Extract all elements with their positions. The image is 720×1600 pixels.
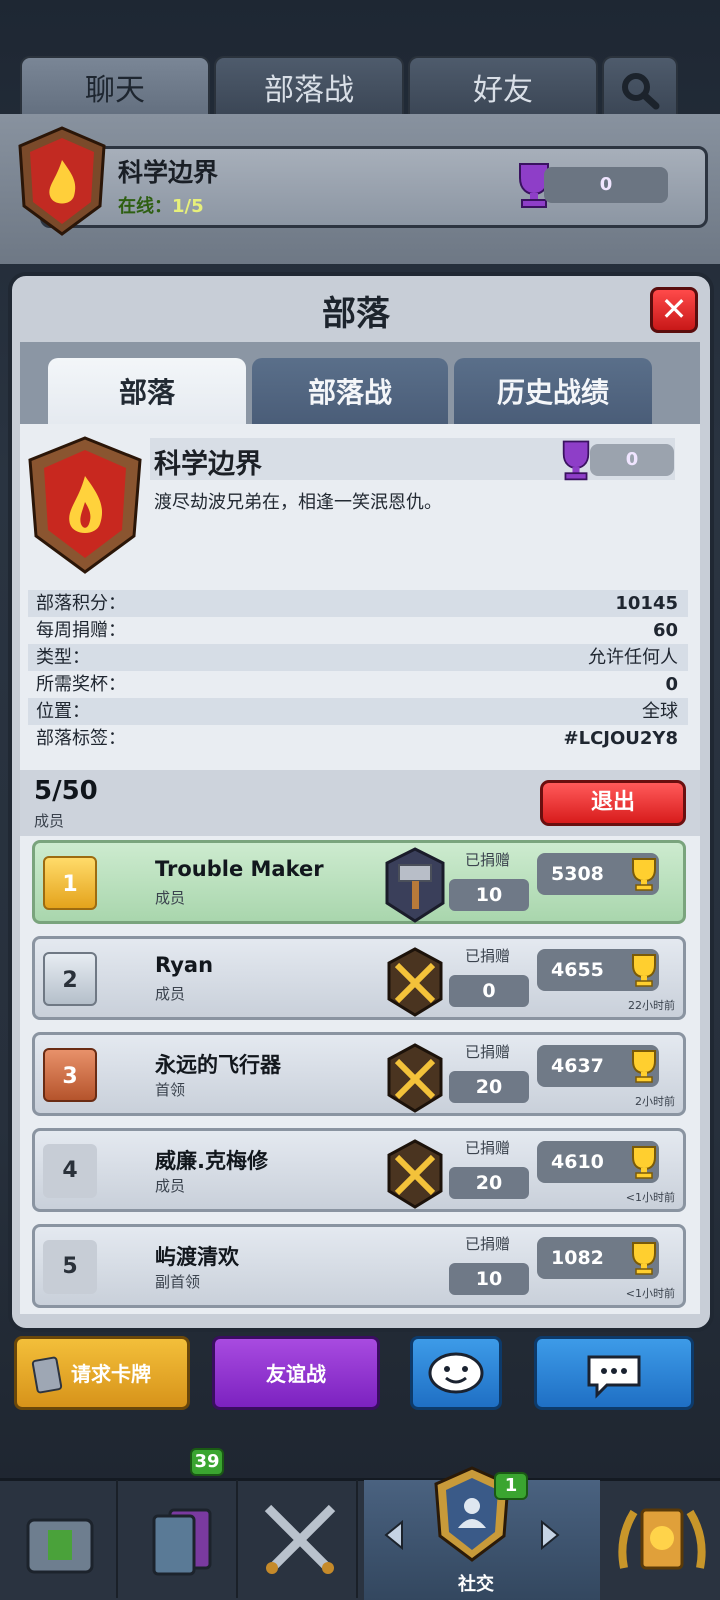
laurel-card-icon	[618, 1508, 706, 1570]
stat-row-type: 类型： 允许任何人	[28, 644, 688, 671]
league-swords-icon	[387, 947, 443, 1017]
emote-icon	[428, 1352, 484, 1394]
nav-events[interactable]	[602, 1480, 720, 1598]
member-row[interactable]: 3 永远的飞行器 首领 已捐赠 20 4637 2小时前	[32, 1032, 686, 1116]
tab-clan[interactable]: 部落	[48, 358, 246, 424]
donated-label: 已捐赠	[465, 1235, 511, 1253]
stat-row-tag: 部落标签： #LCJOU2Y8	[36, 728, 678, 749]
close-button[interactable]: ✕	[650, 287, 698, 333]
clan-badge-icon	[18, 126, 106, 236]
crossed-swords-icon	[264, 1504, 336, 1574]
stat-row-score: 部落积分： 10145	[28, 590, 688, 617]
member-name: 威廉.克梅修	[155, 1149, 268, 1173]
rank-badge: 1	[43, 856, 97, 910]
chat-bubble-icon	[587, 1355, 641, 1399]
member-row[interactable]: 2 Ryan 成员 已捐赠 0 4655 22小时前	[32, 936, 686, 1020]
chat-online-status: 在线：1/5	[118, 196, 204, 217]
member-row[interactable]: 1 Trouble Maker 成员 已捐赠 10 5308	[32, 840, 686, 924]
nav-shop[interactable]	[0, 1480, 118, 1598]
nav-cards[interactable]	[120, 1480, 238, 1598]
rank-badge: 4	[43, 1144, 97, 1198]
trophy-icon	[632, 954, 656, 987]
donated-label: 已捐赠	[465, 1043, 511, 1061]
trophy-icon	[632, 1050, 656, 1083]
cards-notification-badge: 39	[190, 1448, 224, 1476]
emote-button[interactable]	[410, 1336, 502, 1410]
member-name: Trouble Maker	[155, 857, 324, 881]
member-name: Ryan	[155, 953, 214, 977]
stat-row-location: 位置： 全球	[28, 698, 688, 725]
tab-clan-war[interactable]: 部落战	[214, 56, 404, 116]
trophy-icon	[632, 1146, 656, 1179]
stat-row-weekly-donations: 每周捐赠： 60	[36, 620, 678, 641]
card-deck-icon	[152, 1508, 212, 1576]
clan-description: 渡尽劫波兄弟在，相逢一笑泯恩仇。	[154, 492, 442, 513]
clan-badge-large-icon	[28, 436, 142, 574]
last-seen: 22小时前	[628, 999, 675, 1012]
donated-value: 20	[449, 1071, 529, 1103]
member-row[interactable]: 5 屿渡清欢 副首领 已捐赠 10 1082 <1小时前	[32, 1224, 686, 1308]
member-label: 成员	[34, 812, 65, 830]
search-icon	[622, 73, 660, 110]
request-cards-button[interactable]: 请求卡牌	[14, 1336, 190, 1410]
donated-value: 10	[449, 879, 529, 911]
league-hammer-icon	[385, 847, 445, 923]
stat-row-required-trophies: 所需奖杯： 0	[36, 674, 678, 695]
donated-label: 已捐赠	[465, 851, 511, 869]
member-row[interactable]: 4 威廉.克梅修 成员 已捐赠 20 4610 <1小时前	[32, 1128, 686, 1212]
member-role: 副首领	[155, 1273, 201, 1291]
member-count: 5/50	[34, 776, 98, 806]
modal-title: 部落	[322, 294, 390, 334]
chat-war-trophies: 0	[544, 167, 668, 203]
chat-button[interactable]	[534, 1336, 694, 1410]
member-role: 成员	[155, 1177, 186, 1195]
tab-history[interactable]: 历史战绩	[454, 358, 652, 424]
league-swords-icon	[387, 1139, 443, 1209]
last-seen: <1小时前	[625, 1287, 675, 1300]
trophy-icon	[632, 1242, 656, 1275]
member-role: 成员	[155, 985, 186, 1003]
clan-name: 科学边界	[154, 449, 262, 480]
member-role: 成员	[155, 889, 186, 907]
donated-value: 0	[449, 975, 529, 1007]
trophy-icon	[632, 858, 656, 891]
friendly-battle-button[interactable]: 友谊战	[212, 1336, 380, 1410]
last-seen: 2小时前	[635, 1095, 675, 1108]
member-role: 首领	[155, 1081, 186, 1099]
member-name: 屿渡清欢	[155, 1245, 239, 1269]
rank-badge: 2	[43, 952, 97, 1006]
rank-badge: 3	[43, 1048, 97, 1102]
donated-value: 20	[449, 1167, 529, 1199]
clan-war-trophies: 0	[590, 444, 674, 476]
arrow-left-icon[interactable]	[382, 1520, 406, 1550]
search-button[interactable]	[602, 56, 678, 116]
chat-clan-name: 科学边界	[118, 158, 219, 187]
rank-badge: 5	[43, 1240, 97, 1294]
last-seen: <1小时前	[625, 1191, 675, 1204]
nav-battle[interactable]	[240, 1480, 358, 1598]
leave-clan-button[interactable]: 退出	[540, 780, 686, 826]
cards-icon	[31, 1356, 63, 1394]
tab-friends[interactable]: 好友	[408, 56, 598, 116]
chest-icon	[26, 1518, 94, 1574]
social-label: 社交	[458, 1574, 494, 1595]
social-notification-badge: 1	[494, 1472, 528, 1500]
league-swords-icon	[387, 1043, 443, 1113]
tab-war[interactable]: 部落战	[252, 358, 448, 424]
tab-chat[interactable]: 聊天	[20, 56, 210, 116]
arrow-right-icon[interactable]	[538, 1520, 562, 1550]
donated-label: 已捐赠	[465, 947, 511, 965]
member-name: 永远的飞行器	[155, 1053, 281, 1077]
donated-label: 已捐赠	[465, 1139, 511, 1157]
donated-value: 10	[449, 1263, 529, 1295]
